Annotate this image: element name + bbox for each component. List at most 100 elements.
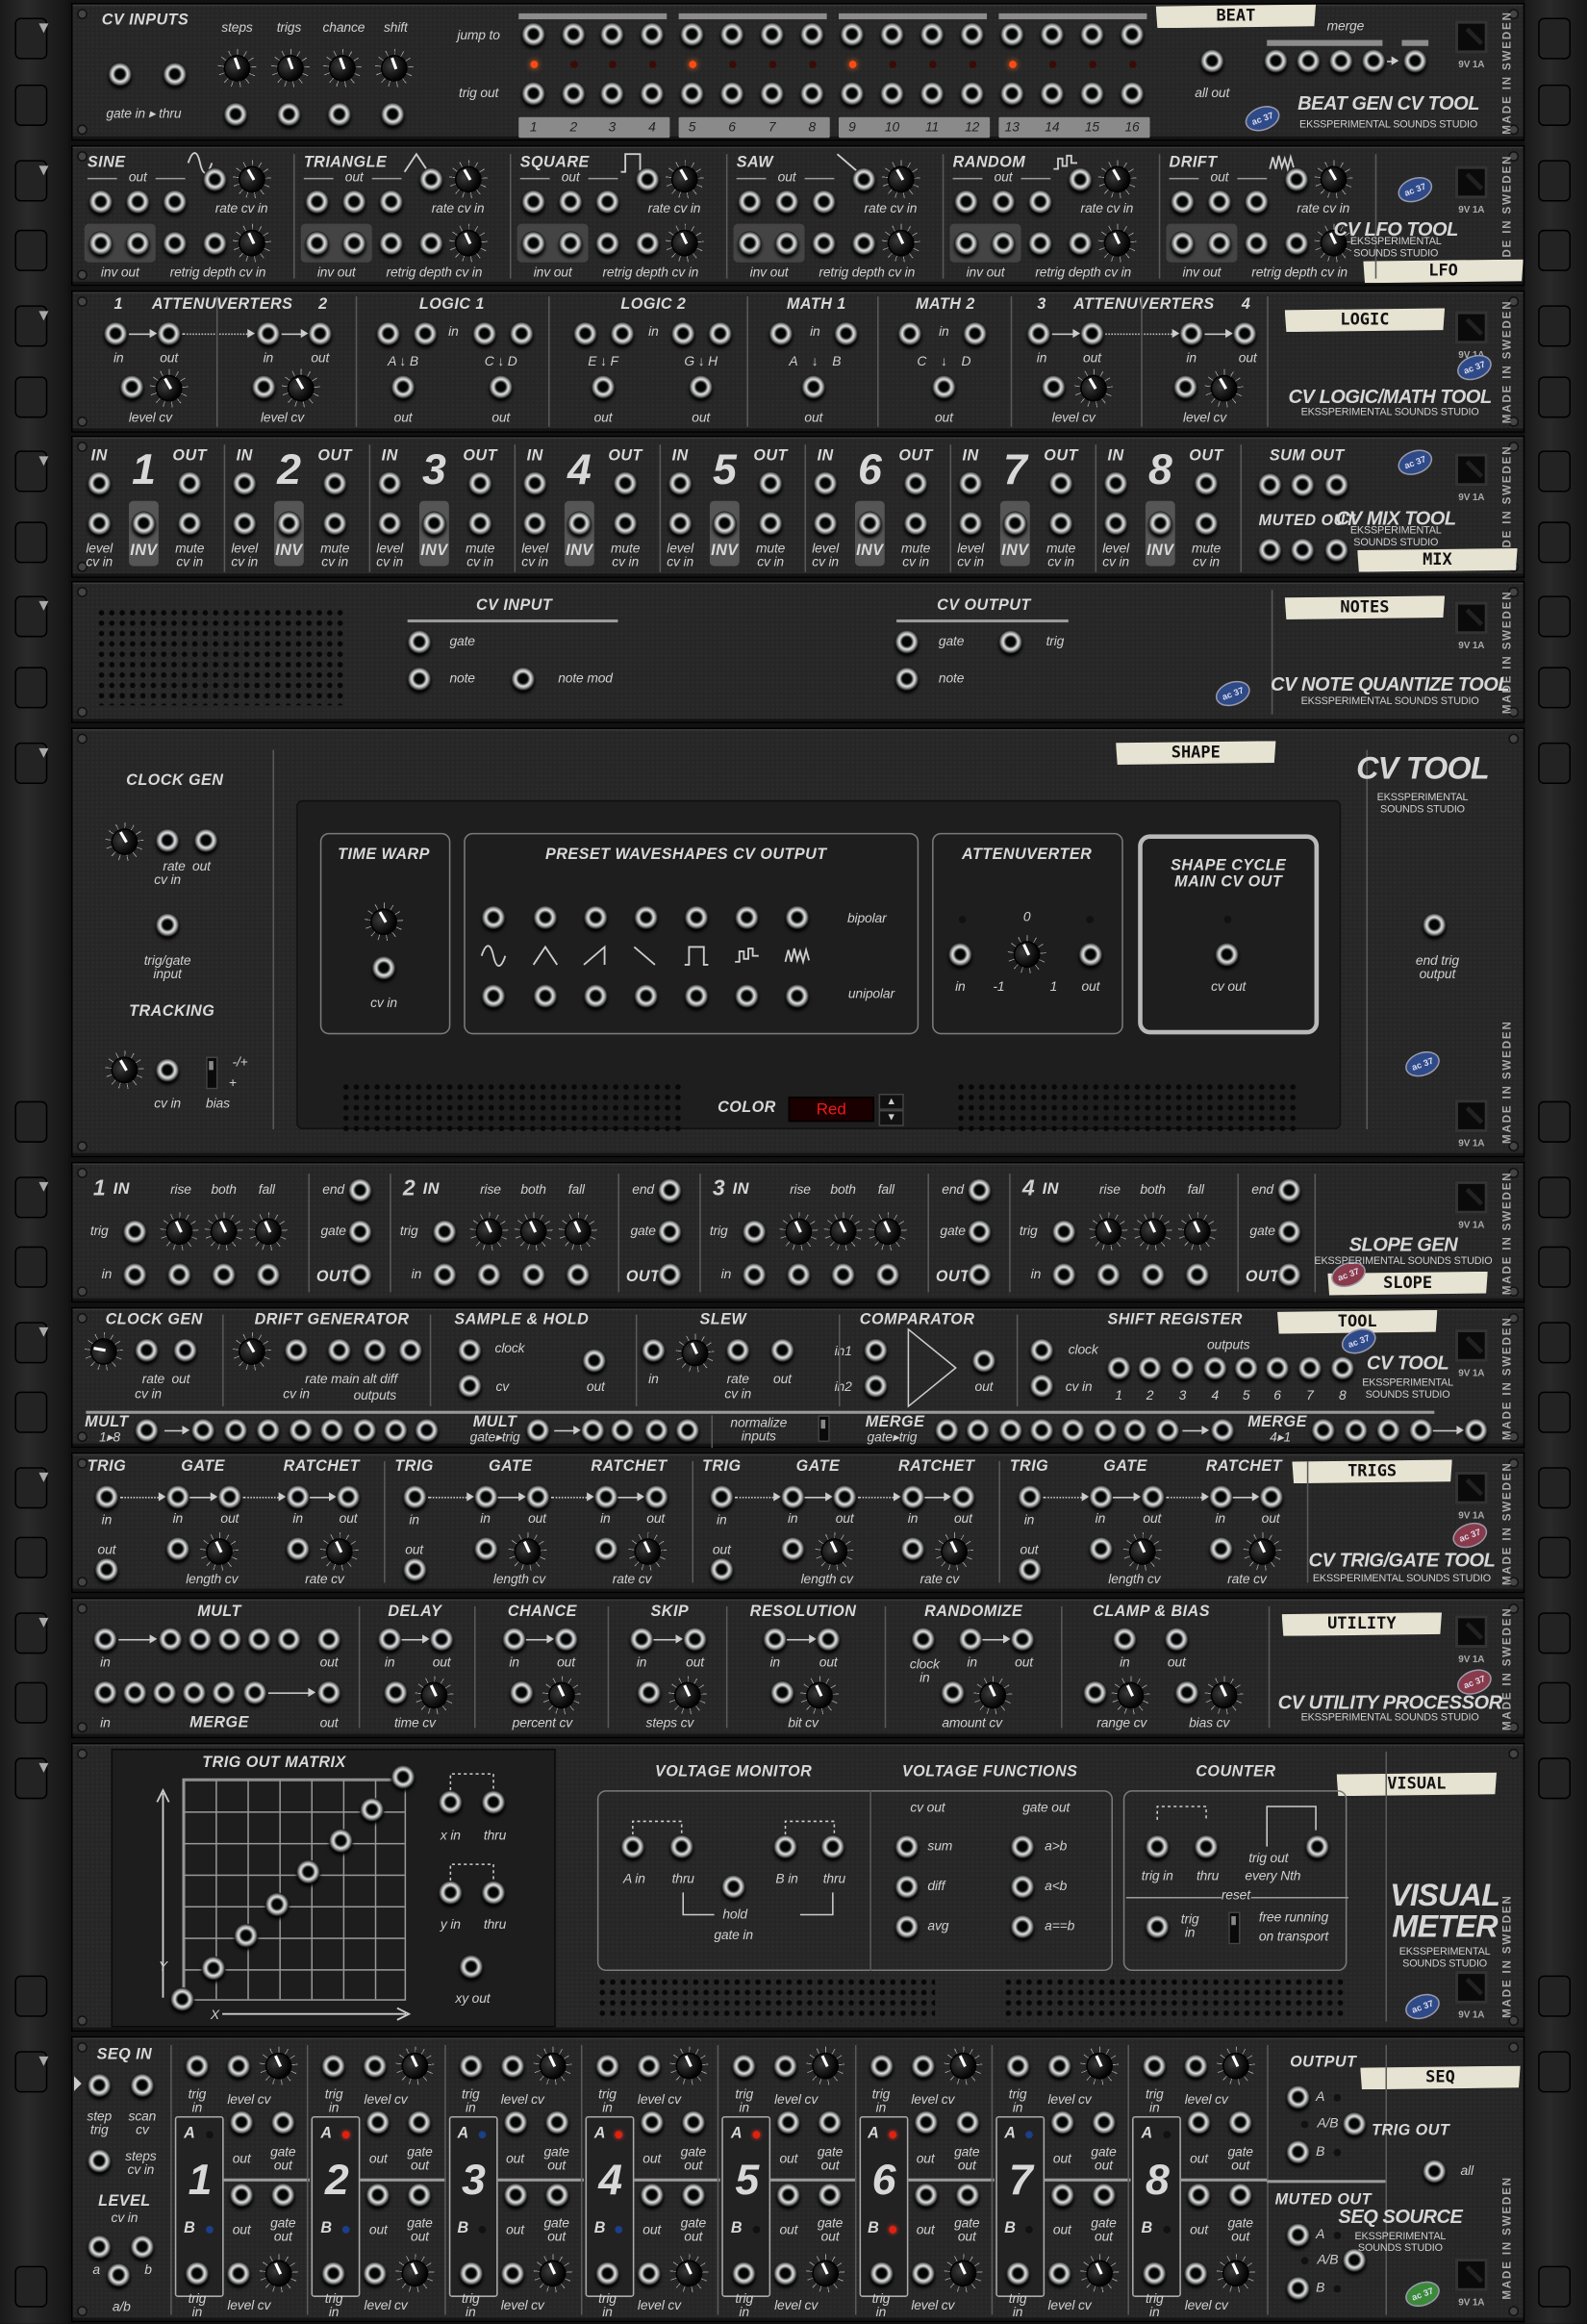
bipolar-out-jack[interactable] [533, 905, 558, 929]
b-out-jack[interactable] [1187, 2183, 1211, 2207]
slope-knob[interactable] [823, 1212, 863, 1251]
gate-in-jack[interactable] [473, 1484, 497, 1509]
cv-jack[interactable] [135, 1418, 159, 1443]
inv-out-jack[interactable] [558, 231, 583, 255]
trig-in-jack[interactable] [595, 2261, 619, 2286]
in-jack[interactable] [232, 470, 257, 495]
shift-output-jack[interactable] [1265, 1355, 1290, 1380]
slew-rate-cv-jack[interactable] [725, 1338, 750, 1362]
cv-jack[interactable] [376, 321, 400, 345]
cv-jack[interactable] [1171, 189, 1195, 214]
a-in-jack[interactable] [620, 1834, 645, 1858]
rate-knob[interactable] [1097, 160, 1137, 199]
trig-out-jack[interactable] [919, 81, 945, 106]
inv-out-jack[interactable] [738, 231, 762, 255]
out-jack[interactable] [348, 1262, 372, 1287]
bipolar-out-jack[interactable] [481, 905, 506, 929]
cv-jack[interactable] [941, 1680, 965, 1705]
logic-out-jack[interactable] [390, 374, 416, 399]
gate-in-jack[interactable] [780, 1484, 805, 1509]
level-cv-jack[interactable] [226, 2261, 251, 2286]
level-b-knob[interactable] [259, 2254, 298, 2293]
out-jack[interactable] [1277, 1262, 1301, 1287]
trig-out-jack[interactable] [640, 81, 665, 106]
trig-out-jack[interactable] [880, 81, 904, 106]
trig-in-jack[interactable] [94, 1484, 119, 1509]
cv-jack[interactable] [1026, 321, 1051, 345]
shift-output-jack[interactable] [1330, 1355, 1355, 1380]
ratchet-in-jack[interactable] [286, 1484, 310, 1509]
trig-out-jack[interactable] [999, 81, 1024, 106]
gate-in-jack[interactable] [407, 629, 432, 654]
cv-jack[interactable] [509, 321, 534, 345]
level-knob[interactable] [281, 368, 320, 408]
trig-out-jack[interactable] [960, 81, 984, 106]
inv-cv-jack[interactable] [1002, 511, 1027, 536]
step-trig-jack[interactable] [87, 2073, 112, 2097]
gate-jack[interactable] [658, 1219, 682, 1244]
logic-out-jack[interactable] [489, 374, 514, 399]
b-gate-out-jack[interactable] [954, 2183, 979, 2207]
note-in-jack[interactable] [407, 667, 432, 691]
cv-jack[interactable] [816, 1627, 841, 1652]
power-socket[interactable] [1454, 311, 1488, 344]
shift-output-jack[interactable] [1297, 1355, 1322, 1380]
inv-cv-jack[interactable] [277, 511, 301, 536]
cv-jack[interactable] [610, 1418, 635, 1443]
trig-in-jack[interactable] [1017, 1484, 1042, 1509]
rate-knob[interactable] [1314, 160, 1353, 199]
clock-out-jack[interactable] [173, 1338, 197, 1362]
slope-knob[interactable] [1133, 1212, 1172, 1251]
bias-switch[interactable] [206, 1056, 218, 1090]
cv-jack[interactable] [363, 1338, 388, 1362]
b-in-jack[interactable] [773, 1834, 797, 1858]
level-cv-jack[interactable] [1184, 2261, 1208, 2286]
level-cv-jack[interactable] [119, 374, 144, 399]
trig-in-jack[interactable] [1142, 2054, 1167, 2078]
knob[interactable] [415, 1676, 454, 1715]
unipolar-out-jack[interactable] [785, 983, 810, 1008]
trig-out-jack[interactable] [402, 1557, 426, 1581]
cv-jack[interactable] [670, 321, 695, 345]
rate-cv-jack[interactable] [1284, 167, 1309, 191]
tracking-knob[interactable] [105, 1050, 144, 1090]
rate-cv-jack[interactable] [593, 1536, 617, 1561]
retrig-jack[interactable] [812, 231, 836, 255]
cv-jack[interactable] [319, 1418, 344, 1443]
gate-jack[interactable] [1277, 1219, 1301, 1244]
cv-jack[interactable] [554, 1627, 578, 1652]
trig-out-jack[interactable] [760, 81, 784, 106]
clock-out-jack[interactable] [193, 828, 218, 852]
cv-jack[interactable] [217, 1627, 242, 1652]
out-jack[interactable] [613, 470, 638, 495]
unipolar-out-jack[interactable] [533, 983, 558, 1008]
level-b-knob[interactable] [943, 2254, 982, 2293]
cv-jack[interactable] [1245, 189, 1269, 214]
slew-out-jack[interactable] [770, 1338, 794, 1362]
a-gate-out-jack[interactable] [954, 2109, 979, 2135]
bipolar-out-jack[interactable] [684, 905, 709, 929]
cv-jack[interactable] [1010, 1914, 1035, 1939]
unipolar-out-jack[interactable] [684, 983, 709, 1008]
jump-to-jack[interactable] [521, 22, 545, 46]
cv-jack[interactable] [1464, 1418, 1488, 1443]
trig-out-all-jack[interactable] [1422, 2159, 1447, 2184]
shift-output-jack[interactable] [1138, 1355, 1162, 1380]
in-jack[interactable] [813, 470, 838, 495]
clock-in-jack[interactable] [911, 1627, 936, 1652]
cv-jack[interactable] [379, 189, 404, 214]
out-jack[interactable] [658, 1262, 682, 1287]
attenuverter-knob[interactable] [1007, 935, 1046, 974]
a-gate-out-jack[interactable] [681, 2109, 706, 2135]
out-jack[interactable] [322, 470, 347, 495]
note-out-jack[interactable] [894, 667, 919, 691]
slew-in-jack[interactable] [642, 1338, 666, 1362]
output-b-jack[interactable] [1286, 2139, 1310, 2164]
b-gate-out-jack[interactable] [1228, 2183, 1252, 2207]
jump-to-jack[interactable] [640, 22, 665, 46]
level-knob[interactable] [1204, 368, 1244, 408]
trig-in-jack[interactable] [1005, 2054, 1030, 2078]
cv-jack[interactable] [1155, 1418, 1180, 1443]
slope-knob[interactable] [469, 1212, 509, 1251]
cv-jack[interactable] [384, 1418, 408, 1443]
